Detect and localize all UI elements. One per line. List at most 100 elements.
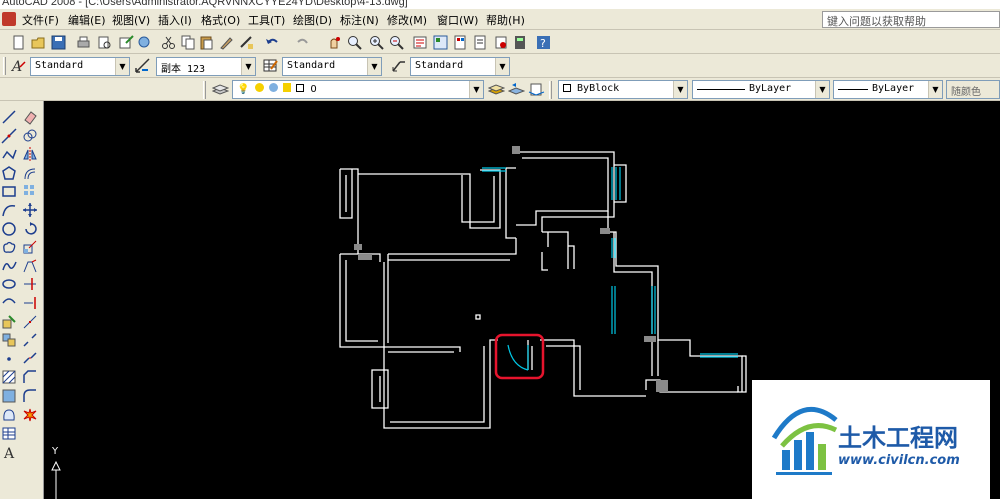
- explode-icon[interactable]: [22, 407, 39, 424]
- make-block-icon[interactable]: [1, 332, 18, 349]
- multileader-style-select[interactable]: Standard ▼: [410, 57, 510, 76]
- lineweight-value: ByLayer: [872, 83, 915, 94]
- break-at-point-icon[interactable]: [22, 314, 39, 331]
- make-object-layer-current-icon[interactable]: [488, 81, 505, 98]
- open-icon[interactable]: [30, 34, 47, 51]
- hatch-icon[interactable]: [1, 369, 18, 386]
- table-style-select[interactable]: Standard ▼: [282, 57, 382, 76]
- ellipse-arc-icon[interactable]: [1, 295, 18, 312]
- layer-previous-icon[interactable]: [508, 81, 525, 98]
- arc-icon[interactable]: [1, 202, 18, 219]
- construction-line-icon[interactable]: [1, 128, 18, 145]
- tool-palettes-icon[interactable]: [452, 34, 469, 51]
- paste-icon[interactable]: [198, 34, 215, 51]
- help-search-input[interactable]: 键入问题以获取帮助: [822, 11, 1000, 28]
- join-icon[interactable]: [22, 351, 39, 368]
- layer-select[interactable]: 💡 0 ▼: [232, 80, 484, 99]
- zoom-realtime-icon[interactable]: [346, 34, 363, 51]
- design-center-icon[interactable]: [432, 34, 449, 51]
- line-icon[interactable]: [1, 109, 18, 126]
- dim-style-icon[interactable]: [134, 57, 151, 74]
- trim-icon[interactable]: [22, 276, 39, 293]
- match-properties-icon[interactable]: [218, 34, 235, 51]
- table-style-value: Standard: [287, 60, 336, 71]
- sheet-set-icon[interactable]: [472, 34, 489, 51]
- chamfer-icon[interactable]: [22, 369, 39, 386]
- print-icon[interactable]: [75, 34, 92, 51]
- polygon-icon[interactable]: [1, 165, 18, 182]
- quickcalc-icon[interactable]: [512, 34, 529, 51]
- properties-icon[interactable]: [412, 34, 429, 51]
- print-preview-icon[interactable]: [96, 34, 113, 51]
- text-style-icon[interactable]: A: [10, 57, 27, 74]
- menu-view[interactable]: 视图(V): [112, 12, 150, 28]
- save-icon[interactable]: [50, 34, 67, 51]
- move-icon[interactable]: [22, 202, 39, 219]
- cut-icon[interactable]: [160, 34, 177, 51]
- linetype-select[interactable]: ByLayer ▼: [692, 80, 830, 99]
- region-icon[interactable]: [1, 407, 18, 424]
- copy-icon[interactable]: [180, 34, 197, 51]
- markup-icon[interactable]: [493, 34, 510, 51]
- dim-style-select[interactable]: 副本 123 ▼: [156, 57, 256, 76]
- stretch-icon[interactable]: [22, 258, 39, 275]
- menu-window[interactable]: 窗口(W): [437, 12, 478, 28]
- menu-dimension[interactable]: 标注(N): [340, 12, 379, 28]
- undo-icon[interactable]: [264, 34, 281, 51]
- styles-toolbar: A Standard ▼ 副本 123 ▼ Standard ▼ Standar…: [0, 54, 1000, 78]
- offset-icon[interactable]: [22, 165, 39, 182]
- toolbar-grip[interactable]: [3, 57, 6, 75]
- point-icon[interactable]: [1, 351, 18, 368]
- zoom-window-icon[interactable]: [368, 34, 385, 51]
- revision-cloud-icon[interactable]: [1, 239, 18, 256]
- color-select[interactable]: ByBlock ▼: [558, 80, 688, 99]
- plot-style-select[interactable]: 随颜色: [946, 80, 1000, 99]
- rectangle-icon[interactable]: [1, 183, 18, 200]
- fillet-icon[interactable]: [22, 388, 39, 405]
- menu-modify[interactable]: 修改(M): [387, 12, 427, 28]
- copy-object-icon[interactable]: [22, 128, 39, 145]
- polyline-icon[interactable]: [1, 146, 18, 163]
- array-icon[interactable]: [22, 183, 39, 200]
- menu-draw[interactable]: 绘图(D): [293, 12, 332, 28]
- table-style-icon[interactable]: [262, 57, 279, 74]
- scale-icon[interactable]: [22, 239, 39, 256]
- publish-icon[interactable]: [118, 34, 135, 51]
- circle-icon[interactable]: [1, 221, 18, 238]
- help-icon[interactable]: ?: [535, 34, 552, 51]
- extend-icon[interactable]: [22, 295, 39, 312]
- block-editor-icon[interactable]: [238, 34, 255, 51]
- lineweight-select[interactable]: ByLayer ▼: [833, 80, 943, 99]
- logo-icon: 土木工程网 www.civilcn.com: [771, 406, 960, 475]
- spline-icon[interactable]: [1, 258, 18, 275]
- gradient-icon[interactable]: [1, 388, 18, 405]
- pan-icon[interactable]: [326, 34, 343, 51]
- menu-tools[interactable]: 工具(T): [248, 12, 285, 28]
- menu-file[interactable]: 文件(F): [22, 12, 59, 28]
- 3d-publish-icon[interactable]: [136, 34, 153, 51]
- toolbar-grip[interactable]: [549, 81, 552, 99]
- ellipse-icon[interactable]: [1, 276, 18, 293]
- mirror-icon[interactable]: [22, 146, 39, 163]
- zoom-previous-icon[interactable]: [388, 34, 405, 51]
- erase-icon[interactable]: [22, 109, 39, 126]
- wall-segment: [541, 231, 575, 271]
- rotate-icon[interactable]: [22, 221, 39, 238]
- text-style-select[interactable]: Standard ▼: [30, 57, 130, 76]
- redo-icon[interactable]: [294, 34, 311, 51]
- break-icon[interactable]: [22, 332, 39, 349]
- insert-block-icon[interactable]: [1, 314, 18, 331]
- toolbar-grip[interactable]: [203, 81, 206, 99]
- multileader-style-icon[interactable]: [390, 57, 407, 74]
- layer-states-icon[interactable]: [528, 81, 545, 98]
- menu-insert[interactable]: 插入(I): [158, 12, 192, 28]
- wall-segment: [516, 151, 615, 232]
- table-icon[interactable]: [1, 425, 18, 442]
- menu-help[interactable]: 帮助(H): [486, 12, 525, 28]
- multiline-text-icon[interactable]: A: [1, 444, 18, 461]
- menu-edit[interactable]: 编辑(E): [68, 12, 106, 28]
- new-icon[interactable]: [10, 34, 27, 51]
- layer-manager-icon[interactable]: [212, 81, 229, 98]
- menu-format[interactable]: 格式(O): [201, 12, 240, 28]
- app-icon[interactable]: [2, 12, 16, 26]
